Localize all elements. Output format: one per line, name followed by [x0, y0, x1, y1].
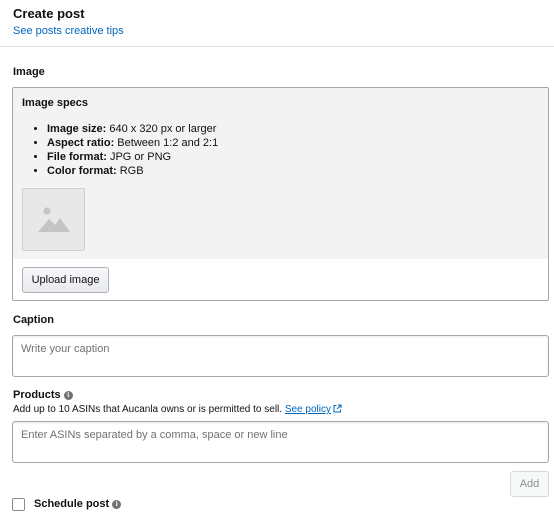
caption-input[interactable]: [12, 335, 549, 377]
spec-image-size: Image size: 640 x 320 px or larger: [47, 122, 218, 136]
products-info-icon[interactable]: i: [63, 391, 73, 400]
image-specs-title: Image specs: [22, 97, 89, 109]
image-upload-panel: Image specs Image size: 640 x 320 px or …: [12, 87, 549, 301]
image-placeholder-icon: [38, 207, 70, 232]
spec-file-format: File format: JPG or PNG: [47, 150, 218, 164]
page-title: Create post: [13, 6, 85, 21]
spec-color-format: Color format: RGB: [47, 164, 218, 178]
page-header: Create post See posts creative tips: [13, 6, 124, 38]
schedule-info-icon[interactable]: i: [112, 500, 122, 509]
image-specs-list: Image size: 640 x 320 px or larger Aspec…: [47, 122, 218, 178]
schedule-post-row: Schedule post i: [12, 498, 122, 511]
products-help-text: Add up to 10 ASINs that Aucanla owns or …: [13, 404, 342, 416]
products-label: Products i: [13, 389, 73, 402]
upload-image-button[interactable]: Upload image: [22, 267, 109, 293]
products-help-copy: Add up to 10 ASINs that Aucanla owns or …: [13, 404, 285, 415]
asin-input[interactable]: [12, 421, 549, 463]
external-link-icon: [333, 404, 342, 413]
image-specs-area: Image specs Image size: 640 x 320 px or …: [13, 88, 548, 259]
image-section-label: Image: [13, 66, 45, 78]
creative-tips-link[interactable]: See posts creative tips: [13, 25, 124, 38]
see-policy-link[interactable]: See policy: [285, 404, 342, 415]
image-placeholder-thumbnail: [22, 188, 85, 251]
products-label-text: Products: [13, 389, 61, 401]
schedule-post-label[interactable]: Schedule post: [34, 498, 109, 511]
schedule-post-checkbox[interactable]: [12, 498, 25, 511]
header-divider: [0, 46, 554, 47]
spec-aspect-ratio: Aspect ratio: Between 1:2 and 2:1: [47, 136, 218, 150]
caption-label: Caption: [13, 314, 54, 326]
add-asin-button[interactable]: Add: [510, 471, 549, 497]
